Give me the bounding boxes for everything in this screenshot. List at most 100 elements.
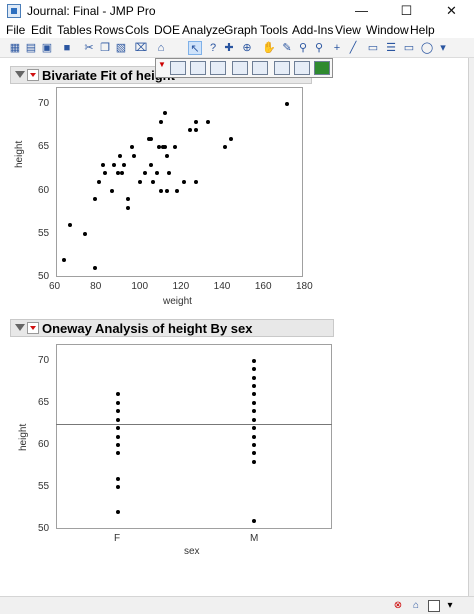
oneway-y-axis-title: height bbox=[18, 423, 29, 451]
help-tool-icon[interactable]: ? bbox=[206, 41, 220, 55]
ellipse-tool-icon[interactable]: ◯ bbox=[420, 41, 434, 55]
list-tool-icon[interactable]: ☰ bbox=[384, 41, 398, 55]
new-script-icon[interactable]: ▤ bbox=[24, 41, 38, 55]
add-tool-icon[interactable]: + bbox=[330, 41, 344, 55]
title-bar: Journal: Final - JMP Pro — ☐ ✕ bbox=[0, 0, 474, 22]
menu-analyze[interactable]: Analyze bbox=[182, 23, 225, 37]
selection-tool-icon[interactable]: ✚ bbox=[222, 41, 236, 55]
oneway-y-tick-label: 55 bbox=[38, 480, 50, 492]
oneway-point bbox=[252, 375, 256, 380]
grabber-tool-icon[interactable]: ✋ bbox=[262, 41, 276, 55]
bivariate-point bbox=[148, 162, 153, 167]
bivariate-x-tick-label: 140 bbox=[213, 281, 231, 292]
home-icon[interactable]: ⌂ bbox=[410, 600, 422, 612]
menu-view[interactable]: View bbox=[335, 23, 361, 37]
disclosure-icon[interactable] bbox=[15, 324, 25, 331]
maximize-button[interactable]: ☐ bbox=[384, 0, 429, 22]
oneway-x-tick-label: F bbox=[114, 533, 121, 544]
oneway-plot-frame[interactable] bbox=[56, 344, 332, 529]
toolbar-dropdown-icon[interactable]: ▾ bbox=[436, 41, 450, 55]
bivariate-point bbox=[163, 110, 168, 115]
menu-cols[interactable]: Cols bbox=[125, 23, 149, 37]
lock-icon[interactable]: ⌂ bbox=[154, 41, 168, 55]
bivariate-x-tick-label: 120 bbox=[172, 281, 190, 292]
menu-edit[interactable]: Edit bbox=[31, 23, 52, 37]
menu-tools[interactable]: Tools bbox=[260, 23, 288, 37]
bivariate-x-tick-label: 160 bbox=[254, 281, 272, 292]
lasso-tool-icon[interactable]: ⚲ bbox=[296, 41, 310, 55]
oneway-point bbox=[116, 484, 120, 489]
tab-box-icon[interactable] bbox=[210, 61, 226, 75]
cut-icon[interactable]: ✂ bbox=[82, 41, 96, 55]
bivariate-y-tick-label: 70 bbox=[38, 98, 50, 110]
minimize-button[interactable]: — bbox=[339, 0, 384, 22]
bivariate-point bbox=[187, 128, 192, 133]
tree-icon[interactable] bbox=[314, 61, 330, 75]
bivariate-x-tick-label: 60 bbox=[49, 281, 61, 292]
border-box-icon[interactable] bbox=[232, 61, 248, 75]
bivariate-point bbox=[193, 119, 198, 124]
paste-icon[interactable]: ▧ bbox=[114, 41, 128, 55]
oneway-y-tick-label: 60 bbox=[38, 438, 50, 450]
oneway-header[interactable]: Oneway Analysis of height By sex bbox=[10, 319, 334, 337]
oneway-point bbox=[252, 518, 256, 523]
bivariate-x-axis-title: weight bbox=[163, 296, 192, 307]
disclosure-icon[interactable] bbox=[15, 71, 25, 78]
red-triangle-menu-icon[interactable] bbox=[27, 322, 39, 334]
magnifier-tool-icon[interactable]: ⚲ bbox=[312, 41, 326, 55]
menu-add-ins[interactable]: Add-Ins bbox=[292, 23, 333, 37]
rectangle-tool-icon[interactable]: ▭ bbox=[402, 41, 416, 55]
close-button[interactable]: ✕ bbox=[429, 0, 474, 22]
menu-doe[interactable]: DOE bbox=[154, 23, 180, 37]
crosshair-tool-icon[interactable]: ⊕ bbox=[240, 41, 254, 55]
floatbar-menu-icon[interactable]: ▼ bbox=[158, 60, 166, 69]
window-title: Journal: Final - JMP Pro bbox=[27, 4, 156, 18]
oneway-x-tick-label: M bbox=[250, 533, 259, 544]
bivariate-y-tick-label: 55 bbox=[38, 227, 50, 239]
status-bar: ⊗ ⌂ ▾ bbox=[0, 596, 474, 614]
journal-content: Bivariate Fit of height height weight On… bbox=[0, 58, 468, 596]
oneway-point bbox=[116, 417, 120, 422]
arrow-tool-icon[interactable]: ↖ bbox=[188, 41, 202, 55]
bivariate-point bbox=[150, 180, 155, 184]
annotate-tool-icon[interactable]: ▭ bbox=[366, 41, 380, 55]
brush-tool-icon[interactable]: ✎ bbox=[280, 41, 294, 55]
outline-box-icon[interactable] bbox=[170, 61, 186, 75]
menu-file[interactable]: File bbox=[6, 23, 25, 37]
menu-rows[interactable]: Rows bbox=[94, 23, 124, 37]
splitter-box-icon[interactable] bbox=[252, 61, 268, 75]
save-icon[interactable]: ■ bbox=[60, 41, 74, 55]
window-list-icon[interactable] bbox=[428, 600, 440, 612]
panel-box-icon[interactable] bbox=[274, 61, 290, 75]
bivariate-point bbox=[117, 154, 122, 159]
bivariate-plot-frame[interactable] bbox=[56, 87, 303, 277]
menu-tables[interactable]: Tables bbox=[57, 23, 92, 37]
bivariate-point bbox=[206, 119, 211, 124]
sheet-box-icon[interactable] bbox=[294, 61, 310, 75]
oneway-point bbox=[116, 476, 120, 481]
status-dropdown-icon[interactable]: ▾ bbox=[444, 600, 456, 612]
menu-help[interactable]: Help bbox=[410, 23, 435, 37]
bivariate-point bbox=[158, 188, 163, 193]
oneway-title: Oneway Analysis of height By sex bbox=[42, 321, 253, 336]
menu-window[interactable]: Window bbox=[366, 23, 409, 37]
oneway-point bbox=[116, 434, 120, 439]
stop-icon[interactable]: ⊗ bbox=[392, 600, 404, 612]
menu-graph[interactable]: Graph bbox=[224, 23, 257, 37]
bivariate-point bbox=[158, 119, 163, 124]
edit-text-icon[interactable]: ⌧ bbox=[134, 41, 148, 55]
list-box-icon[interactable] bbox=[190, 61, 206, 75]
oneway-point bbox=[252, 459, 256, 464]
bivariate-point bbox=[126, 205, 131, 210]
copy-icon[interactable]: ❐ bbox=[98, 41, 112, 55]
open-icon[interactable]: ▣ bbox=[40, 41, 54, 55]
vertical-scrollbar[interactable] bbox=[468, 58, 474, 596]
jmp-app-icon bbox=[7, 4, 21, 18]
new-data-table-icon[interactable]: ▦ bbox=[8, 41, 22, 55]
oneway-point bbox=[252, 384, 256, 389]
bivariate-y-tick-label: 50 bbox=[38, 271, 50, 282]
oneway-point bbox=[116, 400, 120, 405]
red-triangle-menu-icon[interactable] bbox=[27, 69, 39, 81]
line-tool-icon[interactable]: ╱ bbox=[346, 41, 360, 55]
bivariate-y-tick-label: 65 bbox=[38, 141, 50, 153]
